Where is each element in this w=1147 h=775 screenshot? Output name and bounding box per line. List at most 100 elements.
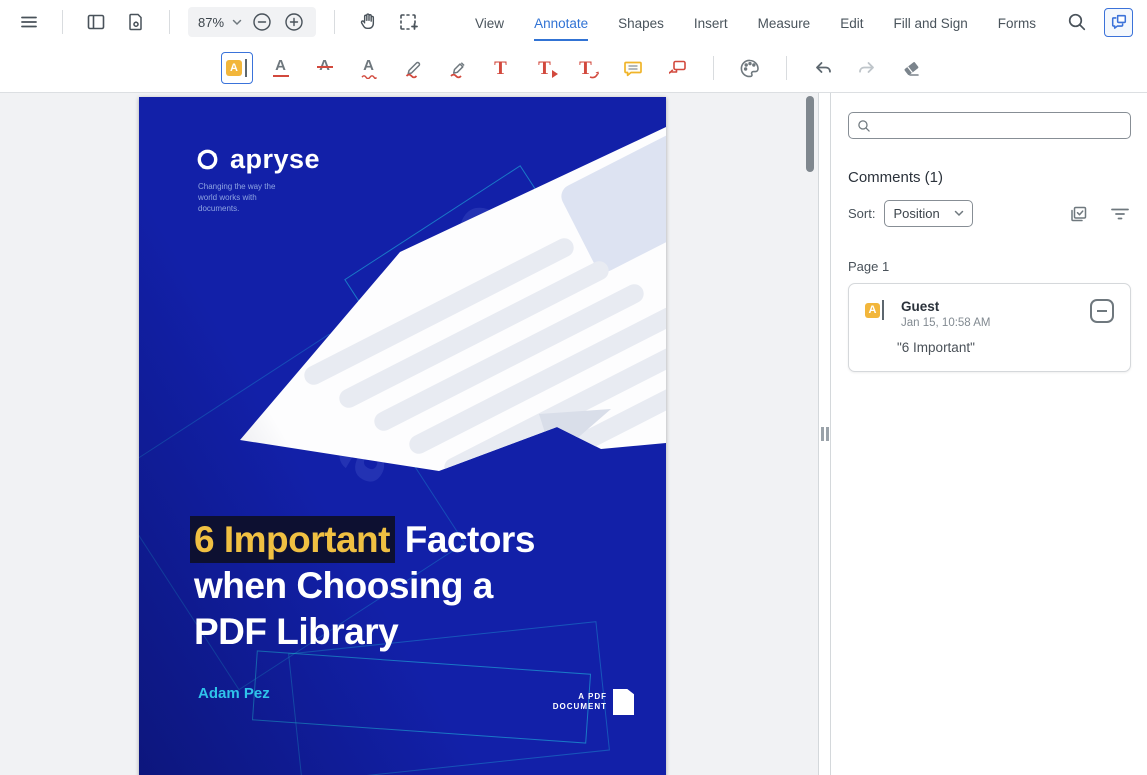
zoom-out-button[interactable] [250, 10, 274, 34]
pan-icon [358, 12, 378, 32]
filter-button[interactable] [1109, 203, 1131, 225]
tab-shapes[interactable]: Shapes [618, 4, 664, 41]
brand-name: apryse [230, 144, 320, 175]
comments-panel: Comments (1) Sort: Position Page 1 [831, 93, 1147, 775]
sidebar-toggle-button[interactable] [81, 7, 111, 37]
underline-icon [271, 58, 291, 78]
document-icon [613, 689, 634, 715]
marker-icon [446, 57, 468, 79]
menu-icon [19, 12, 39, 32]
eraser-icon [900, 57, 922, 79]
comments-toggle-icon [1110, 13, 1128, 31]
insert-text-icon [538, 59, 551, 78]
page-group-label: Page 1 [848, 259, 1131, 274]
comment-state-button[interactable] [1090, 299, 1114, 323]
chevron-down-icon[interactable] [232, 19, 242, 26]
tab-measure[interactable]: Measure [758, 4, 811, 41]
eraser-button[interactable] [895, 52, 927, 84]
divider [334, 10, 335, 34]
strikeout-tool[interactable] [309, 52, 341, 84]
insert-text-tool[interactable] [529, 52, 561, 84]
sort-row: Sort: Position [848, 200, 1131, 227]
sticky-note-tool[interactable] [617, 52, 649, 84]
highlight-icon [226, 60, 242, 76]
menu-button[interactable] [14, 7, 44, 37]
panel-resize-handle[interactable] [818, 93, 831, 775]
sort-label: Sort: [848, 206, 875, 221]
highlight-annotation[interactable]: 6 Important [190, 516, 395, 563]
top-toolbar: 87% View Annotate Shapes Insert Measure … [0, 0, 1147, 44]
pan-tool-button[interactable] [353, 7, 383, 37]
sidebar-toggle-icon [86, 12, 106, 32]
comment-state-icon [1097, 310, 1107, 312]
undo-button[interactable] [807, 52, 839, 84]
comments-title: Comments (1) [848, 169, 1131, 186]
tab-forms[interactable]: Forms [998, 4, 1036, 41]
viewer-scrollbar[interactable] [806, 96, 814, 172]
multiselect-icon [1068, 204, 1088, 224]
zoom-in-button[interactable] [282, 10, 306, 34]
zoom-in-icon [284, 12, 304, 32]
annotation-type-icon [865, 300, 884, 320]
document-viewport[interactable]: apryse apryse Changing the way the wor [0, 93, 818, 775]
comment-author: Guest [901, 299, 991, 314]
comments-panel-toggle[interactable] [1104, 8, 1133, 37]
brand-tagline: Changing the way the world works with do… [198, 181, 275, 214]
multiselect-button[interactable] [1067, 203, 1089, 225]
callout-tool[interactable] [661, 52, 693, 84]
redo-button[interactable] [851, 52, 883, 84]
search-icon [857, 119, 871, 133]
cover-author: Adam Pez [198, 685, 270, 702]
sort-select[interactable]: Position [884, 200, 973, 227]
comment-timestamp: Jan 15, 10:58 AM [901, 317, 991, 329]
page-settings-icon [126, 12, 146, 32]
divider [169, 10, 170, 34]
freehand-highlight-tool[interactable] [441, 52, 473, 84]
zoom-level[interactable]: 87% [198, 15, 224, 30]
chevron-down-icon [954, 210, 964, 217]
free-text-icon [494, 59, 507, 78]
free-text-tool[interactable] [485, 52, 517, 84]
annotate-toolbar [0, 44, 1147, 93]
search-icon [1067, 12, 1087, 32]
zoom-out-icon [252, 12, 272, 32]
pen-icon [402, 57, 424, 79]
style-palette-button[interactable] [734, 52, 766, 84]
freehand-tool[interactable] [397, 52, 429, 84]
underline-tool[interactable] [265, 52, 297, 84]
undo-icon [812, 57, 834, 79]
zoom-controls: 87% [188, 7, 316, 37]
ribbon-tabs: View Annotate Shapes Insert Measure Edit… [475, 4, 1036, 41]
squiggly-tool[interactable] [353, 52, 385, 84]
comments-search-input[interactable] [878, 118, 1122, 133]
pdf-document-badge: A PDF DOCUMENT [519, 689, 634, 715]
divider [786, 56, 787, 80]
marquee-select-icon [398, 12, 418, 32]
page-settings-button[interactable] [121, 7, 151, 37]
replace-text-tool[interactable] [573, 52, 605, 84]
tab-annotate[interactable]: Annotate [534, 4, 588, 41]
comment-quote: "6 Important" [897, 340, 1114, 355]
squiggly-icon [359, 58, 379, 78]
callout-icon [666, 57, 688, 79]
filter-icon [1111, 207, 1129, 221]
tab-insert[interactable]: Insert [694, 4, 728, 41]
sort-value: Position [893, 206, 939, 221]
tab-fill-and-sign[interactable]: Fill and Sign [893, 4, 967, 41]
palette-icon [739, 57, 761, 79]
sticky-note-icon [622, 57, 644, 79]
tab-edit[interactable]: Edit [840, 4, 863, 41]
comments-search[interactable] [848, 112, 1131, 139]
brand-logo: apryse [194, 144, 320, 175]
marquee-select-button[interactable] [393, 7, 423, 37]
strikeout-icon [315, 58, 335, 78]
tab-view[interactable]: View [475, 4, 504, 41]
divider [62, 10, 63, 34]
divider [713, 56, 714, 80]
comment-card[interactable]: Guest Jan 15, 10:58 AM "6 Important" [848, 283, 1131, 372]
pdf-page[interactable]: apryse apryse Changing the way the wor [139, 97, 666, 775]
apryse-logo-icon [194, 146, 221, 173]
search-button[interactable] [1062, 7, 1092, 37]
highlight-tool[interactable] [221, 52, 253, 84]
redo-icon [856, 57, 878, 79]
